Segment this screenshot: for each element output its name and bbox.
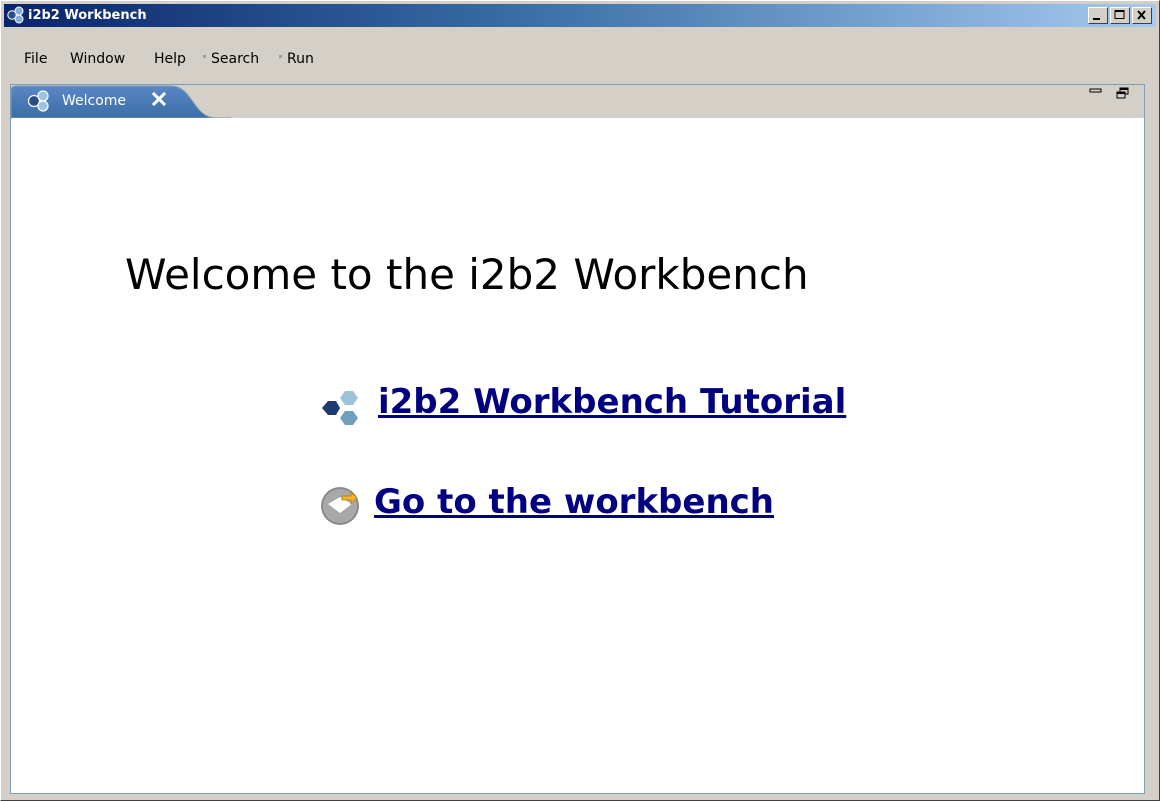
menu-run[interactable]: Run [287, 50, 314, 68]
menu-search[interactable]: Search [211, 50, 259, 68]
app-logo-icon [7, 6, 24, 24]
close-button[interactable] [1132, 7, 1152, 24]
tab-strip: Welcome [11, 85, 1144, 119]
window-title: i2b2 Workbench [28, 8, 147, 23]
app-window: i2b2 Workbench File Window Help Search R… [0, 0, 1160, 801]
tab-welcome[interactable]: Welcome [11, 85, 191, 117]
tutorial-link[interactable]: i2b2 Workbench Tutorial [378, 380, 846, 424]
view-minimize-icon[interactable] [1088, 85, 1104, 101]
maximize-button[interactable] [1110, 7, 1130, 24]
workbench-icon [321, 487, 359, 525]
close-icon [1137, 10, 1146, 20]
i2b2-molecule-icon [27, 90, 49, 112]
menu-help[interactable]: Help [154, 50, 186, 68]
minimize-icon [1093, 18, 1100, 20]
menu-separator [203, 55, 206, 58]
title-bar[interactable]: i2b2 Workbench [4, 4, 1156, 27]
workbench-link[interactable]: Go to the workbench [374, 480, 774, 524]
molecule-icon [322, 391, 358, 425]
view-restore-icon[interactable] [1115, 85, 1131, 101]
page-title: Welcome to the i2b2 Workbench [125, 250, 809, 299]
menu-bar: File Window Help Search Run [4, 47, 1156, 71]
menu-file[interactable]: File [24, 50, 47, 68]
maximize-icon [1114, 10, 1125, 19]
tab-close-icon[interactable] [151, 91, 167, 107]
minimize-button[interactable] [1088, 7, 1108, 24]
menu-separator [279, 55, 282, 58]
menu-window[interactable]: Window [70, 50, 125, 68]
welcome-page: Welcome to the i2b2 Workbench i2b2 Workb… [12, 118, 1143, 793]
tab-label: Welcome [62, 93, 127, 109]
